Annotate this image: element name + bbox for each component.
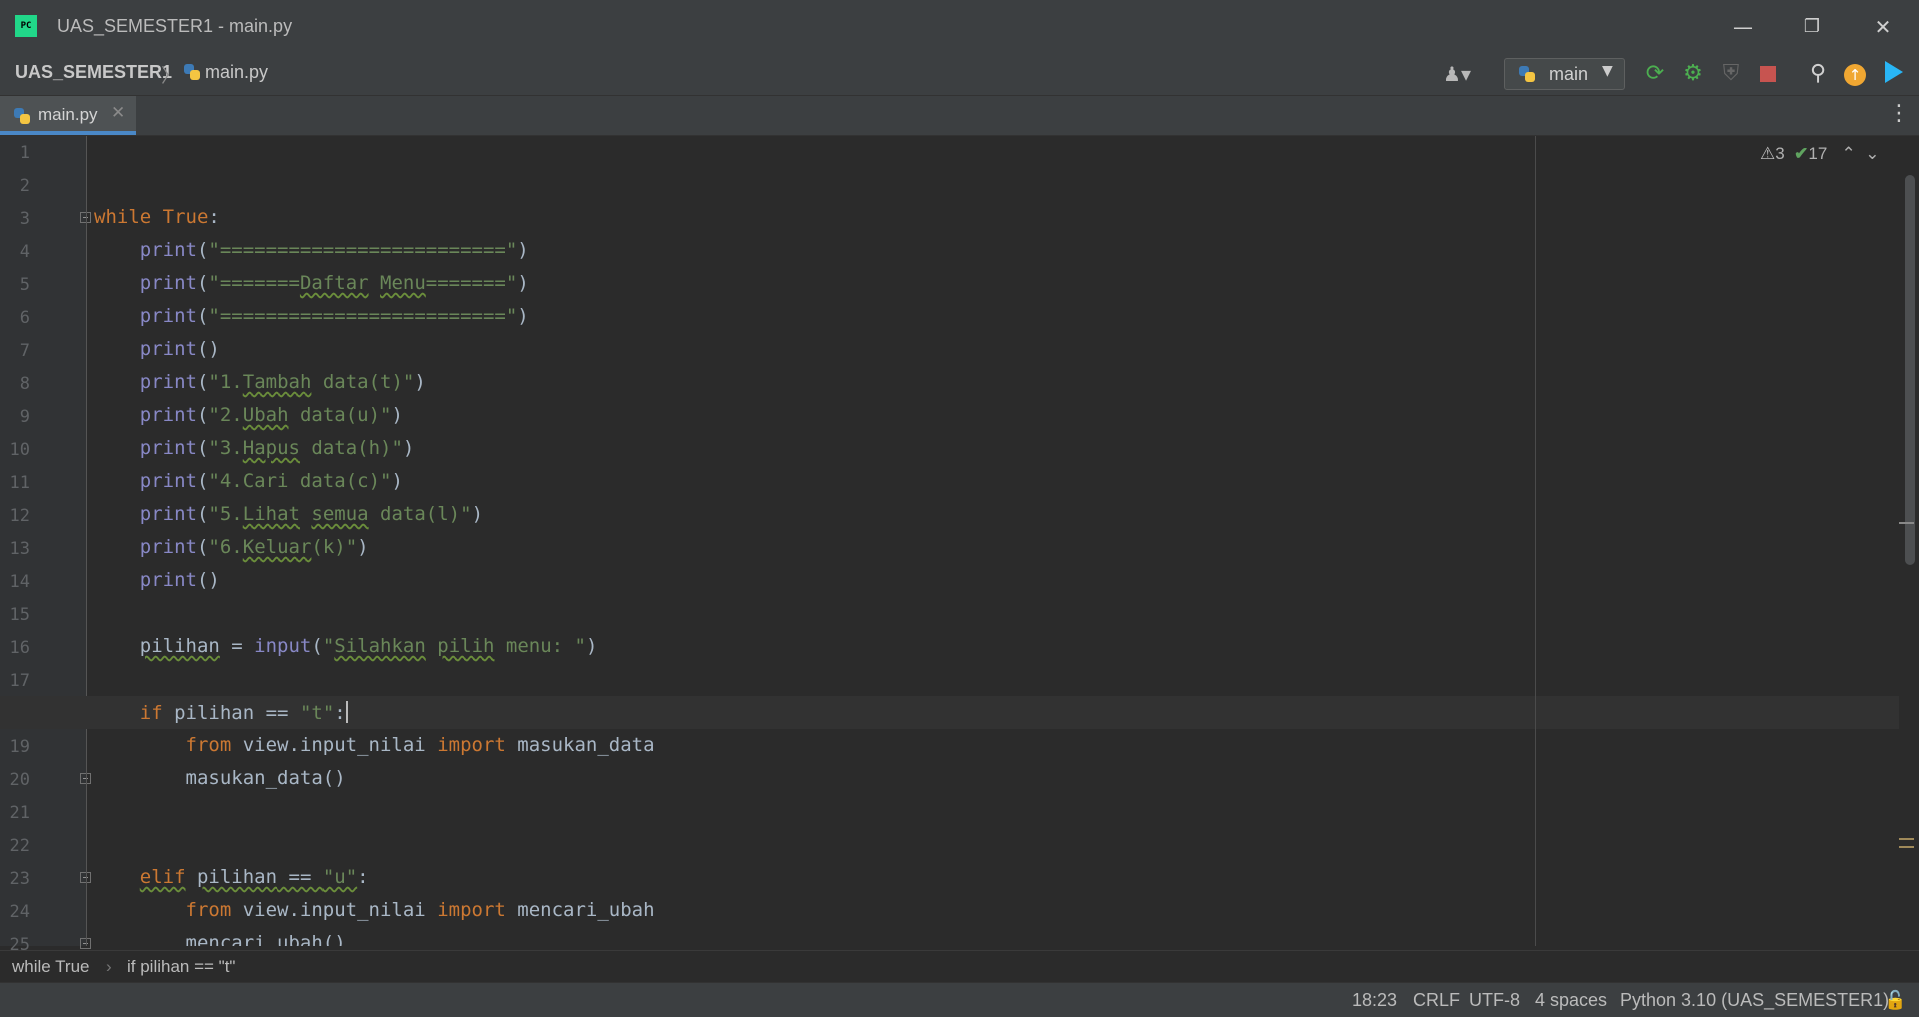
code-line: mencari_ubah()	[185, 932, 346, 946]
pycharm-logo-icon: PC	[15, 15, 37, 37]
indentation[interactable]: 4 spaces	[1535, 990, 1607, 1011]
cursor-position[interactable]: 18:23	[1352, 990, 1397, 1011]
run-configuration-select[interactable]: main ▼	[1504, 58, 1625, 90]
search-icon[interactable]: ⚲	[1801, 59, 1835, 89]
line-number: 21	[9, 803, 30, 823]
chevron-down-icon: ▼	[1602, 63, 1613, 79]
code-line: while True:	[94, 206, 220, 228]
line-number: 13	[9, 539, 30, 559]
code-line: print("=======Daftar Menu=======")	[139, 272, 529, 294]
code-line-current: if pilihan == "t":	[139, 701, 348, 724]
ok-count: 17	[1808, 144, 1828, 163]
code-line: from view.input_nilai import masukan_dat…	[185, 734, 655, 756]
line-number: 1	[19, 143, 30, 163]
error-stripe-mark[interactable]	[1899, 522, 1914, 524]
file-encoding[interactable]: UTF-8	[1469, 990, 1520, 1011]
tab-main-py[interactable]: main.py ✕	[0, 96, 136, 135]
error-stripe-mark[interactable]	[1899, 846, 1914, 848]
code-line: print("2.Ubah data(u)")	[139, 404, 403, 426]
vertical-scrollbar[interactable]	[1905, 175, 1915, 565]
python-file-icon	[14, 108, 30, 124]
code-line: elif pilihan == "u":	[139, 866, 369, 888]
python-icon	[1519, 66, 1535, 82]
line-number: 6	[19, 308, 30, 328]
code-line: print("1.Tambah data(t)")	[139, 371, 426, 393]
window-title: UAS_SEMESTER1 - main.py	[57, 16, 293, 36]
code-line: pilihan = input("Silahkan pilih menu: ")	[139, 635, 598, 657]
unlock-icon[interactable]: 🔓	[1884, 990, 1906, 1011]
text-cursor	[345, 701, 348, 723]
line-number: 8	[19, 374, 30, 394]
chevron-right-icon: ›	[106, 957, 112, 976]
warning-count: 3	[1775, 144, 1785, 163]
code-line: print()	[139, 338, 220, 360]
breadcrumb-item[interactable]: while True	[12, 957, 89, 977]
editor-tab-bar: main.py ✕ ⋮	[0, 96, 1919, 136]
debug-icon[interactable]: ⚙	[1678, 59, 1708, 89]
breadcrumb-file-label: main.py	[205, 62, 269, 82]
code-line: print("=========================")	[139, 239, 529, 261]
breadcrumb-item[interactable]: if pilihan == "t"	[127, 957, 235, 977]
line-number: 5	[19, 275, 30, 295]
line-number: 11	[9, 473, 30, 493]
chevron-up-icon[interactable]: ⌃	[1842, 144, 1856, 163]
chevron-down-icon[interactable]: ⌄	[1865, 144, 1879, 163]
line-number-gutter: 1 2 3 4 5 6 7 8 9 10 11 12 13 14 15 16 1…	[0, 136, 91, 955]
line-number: 20	[9, 770, 30, 790]
python-interpreter[interactable]: Python 3.10 (UAS_SEMESTER1)	[1620, 990, 1889, 1011]
line-number: 12	[9, 506, 30, 526]
chevron-right-icon: 〉	[161, 65, 181, 87]
code-line: print("3.Hapus data(h)")	[139, 437, 415, 459]
stop-icon[interactable]	[1753, 59, 1783, 89]
title-bar: PC UAS_SEMESTER1 - main.py — ❐ ✕	[0, 0, 1919, 53]
line-number: 17	[9, 671, 30, 691]
code-breadcrumb-bar: while True › if pilihan == "t"	[0, 950, 1919, 981]
warning-icon: ⚠	[1760, 144, 1776, 163]
line-number: 9	[19, 407, 30, 427]
plugin-icon[interactable]	[1880, 59, 1908, 89]
run-configuration-label: main	[1549, 64, 1589, 84]
status-bar: 18:23 CRLF UTF-8 4 spaces Python 3.10 (U…	[0, 982, 1919, 1017]
tab-label: main.py	[38, 105, 98, 124]
code-line: print("6.Keluar(k)")	[139, 536, 369, 558]
line-number: 7	[19, 341, 30, 361]
python-file-icon	[184, 64, 200, 80]
more-vertical-icon[interactable]: ⋮	[1888, 101, 1910, 126]
user-icon[interactable]: ♟▾	[1437, 59, 1477, 89]
code-line: print()	[139, 569, 220, 591]
close-icon[interactable]: ✕	[1866, 10, 1900, 44]
inspection-widget[interactable]: ⚠3 ✔17 ⌃ ⌄	[1760, 144, 1879, 164]
close-tab-icon[interactable]: ✕	[111, 103, 125, 123]
line-number: 3	[19, 209, 30, 229]
code-line: from view.input_nilai import mencari_uba…	[185, 899, 655, 921]
breadcrumb-file[interactable]: main.py	[184, 62, 268, 83]
coverage-icon[interactable]: ⛨	[1716, 59, 1746, 89]
code-line: print("5.Lihat semua data(l)")	[139, 503, 484, 525]
code-line: print("=========================")	[139, 305, 529, 327]
line-number: 2	[19, 176, 30, 196]
error-stripe-mark[interactable]	[1899, 838, 1914, 840]
line-number: 4	[19, 242, 30, 262]
navigation-bar: UAS_SEMESTER1 〉 main.py ♟▾ main ▼ ⟳ ⚙ ⛨ …	[0, 53, 1919, 96]
line-number: 24	[9, 902, 30, 922]
line-number: 15	[9, 605, 30, 625]
rerun-icon[interactable]: ⟳	[1640, 59, 1670, 89]
line-number: 10	[9, 440, 30, 460]
line-number: 19	[9, 737, 30, 757]
update-icon[interactable]: ↑	[1840, 59, 1870, 89]
line-number: 23	[9, 869, 30, 889]
code-editor[interactable]: while True: print("=====================…	[87, 136, 1899, 946]
line-separator[interactable]: CRLF	[1413, 990, 1460, 1011]
line-number: 16	[9, 638, 30, 658]
code-line: print("4.Cari data(c)")	[139, 470, 403, 492]
breadcrumb-project[interactable]: UAS_SEMESTER1	[15, 62, 172, 83]
code-line: masukan_data()	[185, 767, 346, 789]
line-number: 22	[9, 836, 30, 856]
minimize-icon[interactable]: —	[1726, 10, 1760, 44]
line-number: 14	[9, 572, 30, 592]
check-icon: ✔	[1794, 144, 1809, 163]
restore-icon[interactable]: ❐	[1795, 10, 1829, 44]
